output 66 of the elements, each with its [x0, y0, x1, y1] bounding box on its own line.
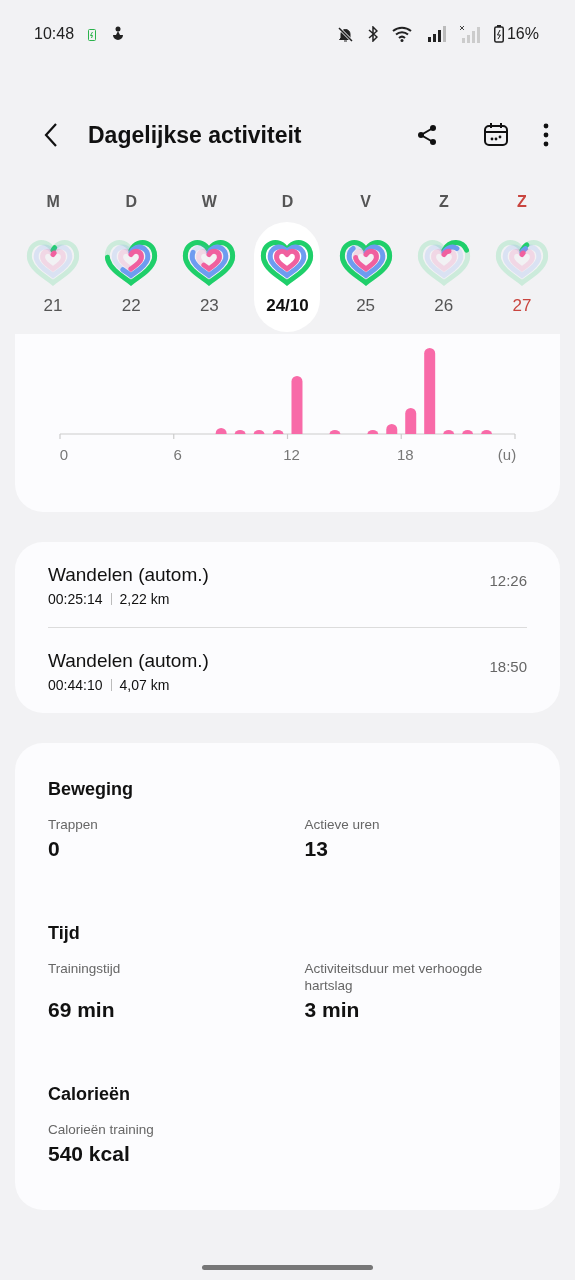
- section-title: Beweging: [48, 779, 134, 800]
- activity-distance: 4,07 km: [119, 677, 170, 693]
- stat-value: 69 min: [48, 998, 116, 1022]
- axis-unit: (u): [497, 446, 517, 463]
- page-title: Dagelijkse activiteit: [88, 121, 303, 149]
- day-tab[interactable]: 23: [176, 222, 243, 332]
- more-options-icon: [543, 123, 549, 147]
- axis-label: 12: [283, 446, 300, 463]
- activity-bar: [329, 430, 341, 434]
- battery-charging-icon: [493, 25, 504, 43]
- stat-label: Actieve uren: [304, 816, 381, 833]
- stat-value: 13: [304, 837, 329, 861]
- weekday-letter: V: [360, 193, 371, 212]
- stat-label: Trappen: [48, 816, 99, 833]
- activity-bar: [386, 424, 398, 434]
- activity-bar: [367, 430, 379, 434]
- activity-bar: [443, 430, 455, 434]
- stat-label: Activiteitsduur met verhoogde hartslag: [304, 960, 484, 994]
- battery-icon: [88, 27, 97, 41]
- stat-label: Calorieën training: [48, 1121, 155, 1138]
- activity-time: 18:50: [489, 657, 527, 677]
- day-tab[interactable]: 21: [20, 222, 87, 332]
- stat-value: 3 min: [304, 998, 361, 1022]
- weekday-letter: D: [281, 193, 294, 212]
- activity-bar: [481, 430, 493, 434]
- battery-percentage: 16%: [506, 25, 539, 43]
- activity-duration: 00:44:10: [48, 677, 103, 693]
- share-icon: [415, 123, 439, 147]
- clock: 10:48: [34, 25, 75, 43]
- signal-icon: [427, 26, 446, 42]
- activity-bar: [253, 430, 265, 434]
- weekday-letter: D: [125, 193, 137, 212]
- no-signal-icon: [459, 25, 480, 43]
- day-tab[interactable]: 25: [332, 222, 399, 332]
- stat-label: Trainingstijd: [48, 960, 122, 977]
- activity-name[interactable]: Wandelen (autom.): [48, 650, 209, 672]
- day-tab[interactable]: 24/10: [254, 222, 321, 332]
- activity-duration: 00:25:14: [48, 591, 103, 607]
- weekday-letter: M: [46, 193, 60, 212]
- stat-value: 0: [48, 837, 61, 861]
- activity-bar: [462, 430, 474, 434]
- section-title: Tijd: [48, 923, 81, 944]
- section-title: Calorieën: [48, 1084, 132, 1105]
- weekday-letter: W: [201, 193, 217, 212]
- activity-bar: [215, 428, 227, 434]
- day-tab[interactable]: 27: [488, 222, 555, 332]
- weekday-letter: Z: [517, 193, 527, 212]
- back-icon: [44, 122, 58, 148]
- muted-bell-icon: [336, 25, 354, 43]
- activity-name[interactable]: Wandelen (autom.): [48, 564, 209, 586]
- activity-bar: [291, 376, 303, 434]
- axis-label: 6: [173, 446, 182, 463]
- day-tab[interactable]: 26: [410, 222, 477, 332]
- activity-time: 12:26: [489, 571, 527, 591]
- stat-value: 540 kcal: [48, 1142, 131, 1166]
- weekday-letter: Z: [438, 193, 449, 212]
- activity-distance: 2,22 km: [119, 591, 170, 607]
- activity-bar: [405, 408, 417, 434]
- day-tab[interactable]: 22: [98, 222, 165, 332]
- calendar-icon: [483, 122, 509, 148]
- activity-bar: [234, 430, 246, 434]
- axis-label: 0: [59, 446, 69, 463]
- wifi-icon: [391, 26, 414, 42]
- activity-bar: [272, 430, 284, 434]
- axis-label: 18: [396, 446, 414, 463]
- bluetooth-icon: [367, 26, 378, 42]
